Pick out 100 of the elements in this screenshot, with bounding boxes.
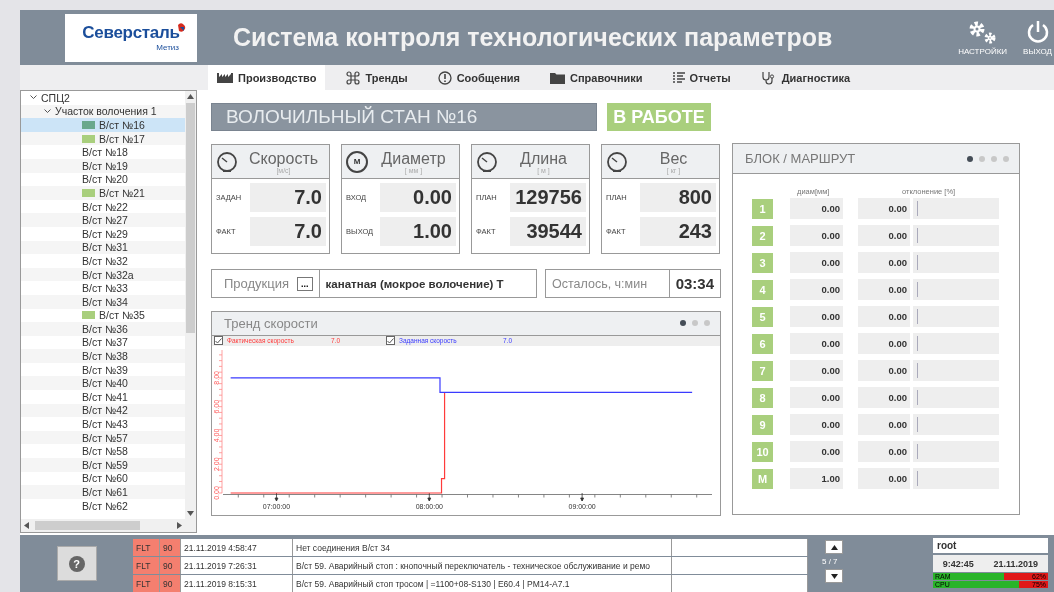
list-icon: [672, 71, 685, 84]
tree-item[interactable]: В/ст №35: [79, 308, 148, 322]
gauge-title: Диаметр: [381, 149, 446, 167]
tree-item[interactable]: В/ст №62: [79, 499, 131, 513]
right-arrow-icon[interactable]: [177, 522, 182, 529]
block-badge: М: [752, 468, 773, 489]
page-dot[interactable]: [991, 155, 997, 162]
remaining-label: Осталось, ч:мин: [551, 276, 649, 291]
logo-subtitle: Метиз: [156, 43, 179, 52]
value-field: 7.0: [250, 183, 326, 212]
help-button[interactable]: ?: [56, 546, 97, 581]
product-value: канатная (мокрое волочение) Т: [318, 270, 536, 297]
page-dot[interactable]: [704, 320, 710, 327]
tab[interactable]: Сообщения: [428, 65, 530, 90]
alarm-text: Нет соединения В/ст 34: [293, 539, 672, 556]
alarm-text: В/ст 59. Аварийный стоп тросом | =1100+08-S130 | E60.4 | PM14-A7.1: [293, 575, 672, 592]
tree-item[interactable]: В/ст №20: [79, 172, 131, 186]
browse-button[interactable]: ...: [297, 276, 313, 291]
alarm-time: 21.11.2019 7:26:31: [181, 557, 293, 574]
left-arrow-icon[interactable]: [24, 522, 29, 529]
scrollbar[interactable]: [185, 91, 196, 519]
value-field: 1.00: [380, 217, 456, 246]
tree-item[interactable]: В/ст №41: [79, 390, 131, 404]
logo-text: Северсталь: [82, 23, 180, 43]
diameter-value: 0.00: [790, 441, 843, 462]
value-field: 800: [640, 183, 716, 212]
checkbox[interactable]: [214, 336, 223, 346]
alarm-priority: 90: [160, 575, 181, 592]
diameter-value: 0.00: [790, 225, 843, 246]
checkbox[interactable]: [386, 336, 395, 346]
tick-mark: [274, 492, 279, 502]
alarm-time: 21.11.2019 8:15:31: [181, 575, 293, 592]
tab[interactable]: Отчеты: [663, 65, 740, 90]
page-dot[interactable]: [680, 320, 686, 327]
page-dot[interactable]: [967, 155, 973, 162]
tab[interactable]: Тренды: [337, 65, 417, 90]
page-dot[interactable]: [979, 155, 985, 162]
up-icon: [830, 544, 838, 550]
tree-item[interactable]: В/ст №32: [79, 254, 131, 268]
block-badge: 8: [752, 387, 773, 408]
stethoscope-icon: [760, 70, 777, 85]
alarm-code: FLT: [133, 575, 160, 592]
alarm-row[interactable]: FLT 90 21.11.2019 7:26:31 В/ст 59. Аварийный стоп : кнопочный переключатель - техническое обслуживание и ремо: [133, 557, 808, 574]
clock-time: 9:42:45: [942, 558, 974, 569]
diameter-value: 0.00: [790, 387, 843, 408]
tab[interactable]: Справочники: [541, 65, 652, 90]
alarm-row[interactable]: FLT 90 21.11.2019 4:58:47 Нет соединения В/ст 34: [133, 539, 808, 556]
tree-item[interactable]: В/ст №22: [79, 200, 131, 214]
block-badge: 5: [752, 306, 773, 327]
deviation-value: 0.00: [858, 279, 910, 300]
tree-item[interactable]: В/ст №39: [79, 363, 131, 377]
scroll-up-button[interactable]: [825, 540, 843, 554]
deviation-value: 0.00: [858, 441, 910, 462]
gauge-icon: [216, 150, 238, 173]
diameter-value: 0.00: [790, 252, 843, 273]
status-badge: В РАБОТЕ: [607, 103, 711, 131]
folder-icon: [550, 71, 566, 84]
tree-item[interactable]: В/ст №43: [79, 417, 131, 431]
page-dot[interactable]: [692, 320, 698, 327]
block-badge: 3: [752, 252, 773, 273]
deviation-value: 0.00: [858, 252, 910, 273]
tree-item[interactable]: В/ст №58: [79, 444, 131, 458]
tree-item[interactable]: В/ст №60: [79, 471, 131, 485]
alarm-priority: 90: [160, 557, 181, 574]
value-field: 7.0: [250, 217, 326, 246]
alarm-code: FLT: [133, 539, 160, 556]
tab[interactable]: Производство: [208, 65, 326, 90]
panel-title: БЛОК / МАРШРУТ: [745, 151, 857, 166]
alarm-row[interactable]: FLT 90 21.11.2019 8:15:31 В/ст 59. Аварийный стоп тросом | =1100+08-S130 | E60.4 | PM14-A7.1: [133, 575, 808, 592]
value-field: 39544: [510, 217, 586, 246]
tree-item[interactable]: В/ст №29: [79, 227, 131, 241]
tree-item[interactable]: В/ст №33: [79, 281, 131, 295]
command-key-icon: [346, 70, 361, 85]
tree-item[interactable]: СПЦ2: [27, 91, 73, 105]
block-badge: 6: [752, 333, 773, 354]
gauge-icon: М: [346, 150, 368, 173]
diameter-value: 1.00: [790, 468, 843, 489]
scroll-down-button[interactable]: [825, 569, 843, 583]
page-dot[interactable]: [1003, 155, 1009, 162]
tree-item[interactable]: В/ст №37: [79, 336, 131, 349]
diameter-value: 0.00: [790, 414, 843, 435]
diameter-value: 0.00: [790, 333, 843, 354]
clock-date: 21.11.2019: [993, 558, 1039, 569]
diameter-value: 0.00: [790, 306, 843, 327]
tab[interactable]: Диагностика: [751, 65, 860, 90]
diameter-value: 0.00: [790, 360, 843, 381]
value-field: 0.00: [380, 183, 456, 212]
page-counter: 5 / 7: [822, 557, 838, 566]
check-icon: [387, 337, 394, 344]
user-name: root: [933, 538, 1048, 553]
diameter-value: 0.00: [790, 279, 843, 300]
scrollbar[interactable]: [21, 519, 196, 532]
tick-mark: [427, 492, 432, 502]
gauge-icon: [476, 150, 498, 173]
up-arrow-icon[interactable]: [187, 94, 194, 99]
app-title: Система контроля технологических параметров: [233, 23, 834, 52]
gauge-icon: [606, 150, 628, 173]
tree-item[interactable]: В/ст №18: [79, 145, 131, 159]
down-arrow-icon[interactable]: [187, 511, 194, 516]
deviation-value: 0.00: [858, 333, 910, 354]
